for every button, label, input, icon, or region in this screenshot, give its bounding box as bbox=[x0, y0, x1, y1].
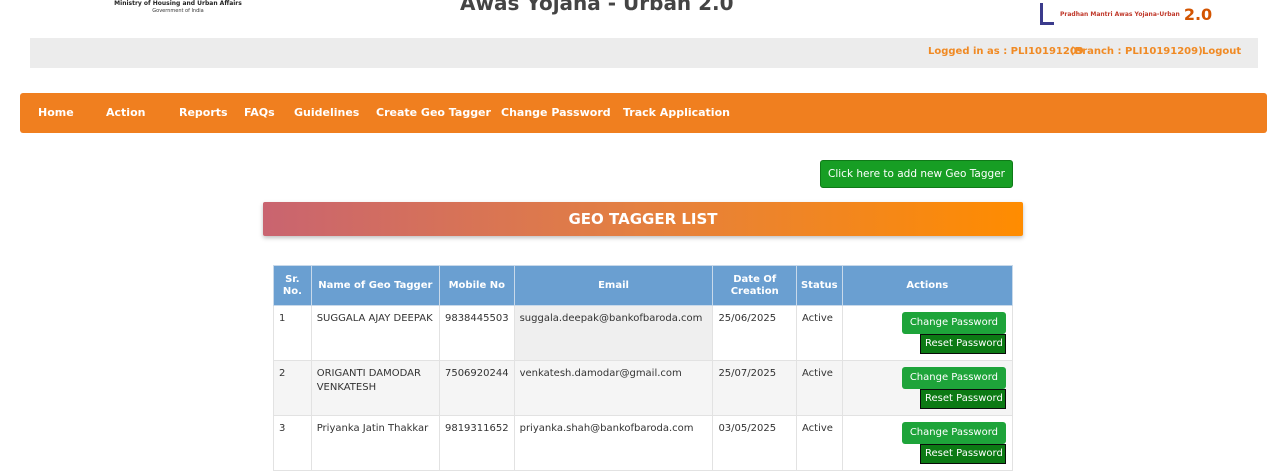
cell-sr: 3 bbox=[273, 415, 312, 471]
nav-home[interactable]: Home bbox=[38, 106, 74, 119]
cell-sr: 2 bbox=[273, 360, 312, 416]
cell-sr: 1 bbox=[273, 305, 312, 361]
ministry-name: Ministry of Housing and Urban Affairs bbox=[114, 0, 242, 7]
cell-date: 25/07/2025 bbox=[712, 360, 797, 416]
nav-change-password[interactable]: Change Password bbox=[501, 106, 611, 119]
cell-email: venkatesh.damodar@gmail.com bbox=[513, 360, 714, 416]
cell-email: suggala.deepak@bankofbaroda.com bbox=[513, 305, 714, 361]
table-row: 2 ORIGANTI DAMODAR VENKATESH 7506920244 … bbox=[273, 360, 1014, 416]
nav-create-geo-tagger[interactable]: Create Geo Tagger bbox=[376, 106, 491, 119]
branch-info: (Branch : PLI10191209) bbox=[1070, 46, 1203, 57]
nav-track-application[interactable]: Track Application bbox=[623, 106, 730, 119]
reset-password-button[interactable]: Reset Password bbox=[920, 334, 1006, 354]
pmay-brand-text: Pradhan Mantri Awas Yojana-Urban bbox=[1060, 10, 1180, 18]
logout-link[interactable]: Logout bbox=[1202, 46, 1241, 57]
reset-password-button[interactable]: Reset Password bbox=[920, 444, 1006, 464]
cell-name: SUGGALA AJAY DEEPAK bbox=[310, 305, 440, 361]
col-sr-no: Sr. No. bbox=[273, 265, 312, 306]
cell-mobile: 9819311652 bbox=[438, 415, 515, 471]
col-name: Name of Geo Tagger bbox=[310, 265, 440, 306]
scheme-title: Awas Yojana - Urban 2.0 bbox=[460, 0, 734, 15]
cell-name: ORIGANTI DAMODAR VENKATESH bbox=[310, 360, 440, 416]
cell-email: priyanka.shah@bankofbaroda.com bbox=[513, 415, 714, 471]
cell-actions: Change Password Reset Password bbox=[841, 415, 1014, 471]
pmay-brand-logo: Pradhan Mantri Awas Yojana-Urban 2.0 bbox=[1040, 2, 1212, 26]
cell-mobile: 7506920244 bbox=[438, 360, 515, 416]
nav-faqs[interactable]: FAQs bbox=[244, 106, 275, 119]
col-email: Email bbox=[513, 265, 714, 306]
add-geo-tagger-button[interactable]: Click here to add new Geo Tagger bbox=[820, 160, 1013, 188]
top-header: Ministry of Housing and Urban Affairs Go… bbox=[0, 0, 1274, 30]
logged-in-user: Logged in as : PLI10191209 bbox=[928, 46, 1084, 57]
pmay-logo-icon bbox=[1040, 3, 1054, 25]
col-status: Status bbox=[795, 265, 843, 306]
cell-actions: Change Password Reset Password bbox=[841, 305, 1014, 361]
col-mobile: Mobile No bbox=[438, 265, 515, 306]
change-password-button[interactable]: Change Password bbox=[901, 367, 1006, 389]
cell-date: 03/05/2025 bbox=[712, 415, 797, 471]
cell-status: Active bbox=[795, 305, 843, 361]
main-nav: Home Action Reports FAQs Guidelines Crea… bbox=[20, 93, 1267, 133]
nav-action[interactable]: Action bbox=[106, 106, 145, 119]
nav-guidelines[interactable]: Guidelines bbox=[294, 106, 359, 119]
pmay-version: 2.0 bbox=[1183, 4, 1213, 24]
geo-tagger-list-title: GEO TAGGER LIST bbox=[263, 202, 1023, 236]
cell-status: Active bbox=[795, 415, 843, 471]
cell-date: 25/06/2025 bbox=[712, 305, 797, 361]
geo-tagger-table: Sr. No. Name of Geo Tagger Mobile No Ema… bbox=[273, 265, 1014, 471]
ministry-logo-text: Ministry of Housing and Urban Affairs Go… bbox=[103, 0, 253, 15]
table-header-row: Sr. No. Name of Geo Tagger Mobile No Ema… bbox=[273, 265, 1014, 306]
col-actions: Actions bbox=[841, 265, 1014, 306]
nav-reports[interactable]: Reports bbox=[179, 106, 228, 119]
cell-mobile: 9838445503 bbox=[438, 305, 515, 361]
change-password-button[interactable]: Change Password bbox=[901, 422, 1006, 444]
login-info-bar: Logged in as : PLI10191209 (Branch : PLI… bbox=[30, 38, 1258, 68]
cell-actions: Change Password Reset Password bbox=[841, 360, 1014, 416]
government-name: Government of India bbox=[152, 8, 204, 14]
cell-status: Active bbox=[795, 360, 843, 416]
reset-password-button[interactable]: Reset Password bbox=[920, 389, 1006, 409]
change-password-button[interactable]: Change Password bbox=[901, 312, 1006, 334]
col-date: Date Of Creation bbox=[712, 265, 797, 306]
table-row: 1 SUGGALA AJAY DEEPAK 9838445503 suggala… bbox=[273, 305, 1014, 361]
cell-name: Priyanka Jatin Thakkar bbox=[310, 415, 440, 471]
table-row: 3 Priyanka Jatin Thakkar 9819311652 priy… bbox=[273, 415, 1014, 471]
